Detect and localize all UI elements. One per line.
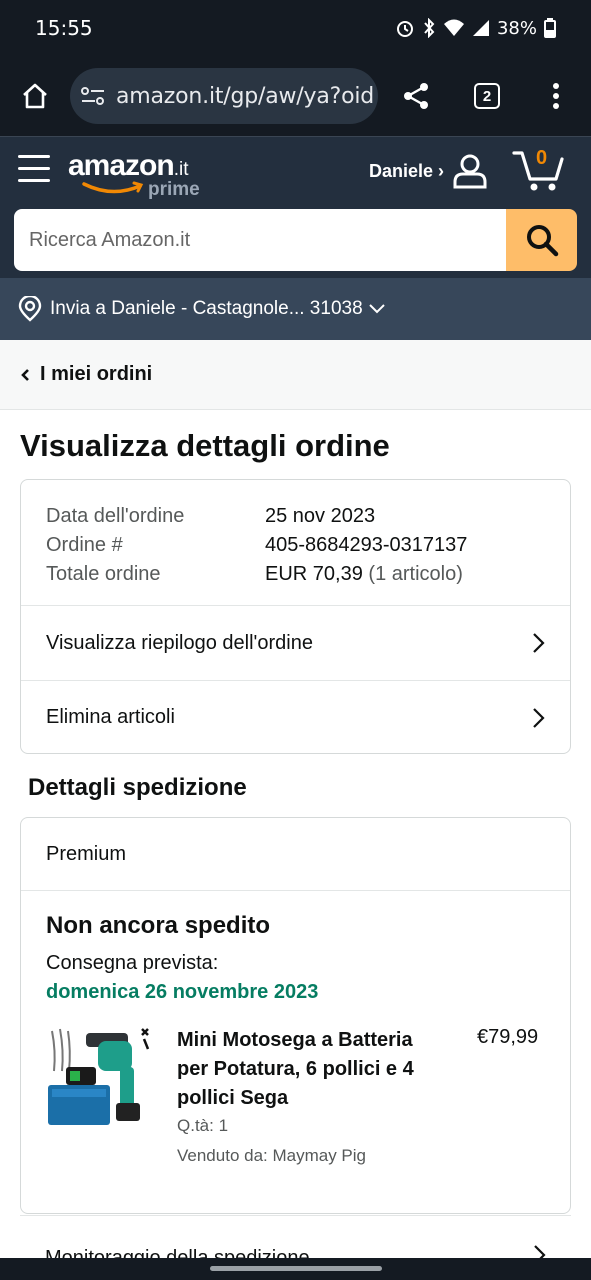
view-order-summary-link[interactable]: Visualizza riepilogo dell'ordine xyxy=(21,606,570,680)
shipping-method: Premium xyxy=(21,818,570,891)
back-to-orders[interactable]: I miei ordini xyxy=(0,340,591,410)
chevron-left-icon xyxy=(21,368,29,381)
delivery-estimate-date: domenica 26 novembre 2023 xyxy=(46,981,319,1003)
order-info-card: Data dell'ordine 25 nov 2023 Ordine # 40… xyxy=(20,479,571,754)
smile-arrow-icon xyxy=(82,181,144,194)
search-input[interactable] xyxy=(14,209,506,271)
order-date-label: Data dell'ordine xyxy=(46,505,185,527)
share-icon[interactable] xyxy=(384,64,448,128)
alarm-icon xyxy=(396,21,413,37)
tabs-button[interactable]: 2 xyxy=(455,64,519,128)
order-info: Data dell'ordine 25 nov 2023 Ordine # 40… xyxy=(21,480,570,606)
search-bar xyxy=(0,208,591,278)
order-number-value: 405-8684293-0317137 xyxy=(265,534,468,556)
shipment-status: Non ancora spedito xyxy=(46,912,271,939)
location-pin-icon xyxy=(18,296,42,322)
product-seller: Venduto da: Maymay Pig xyxy=(177,1146,367,1165)
search-icon xyxy=(526,225,558,257)
battery-percent: 38% xyxy=(496,17,537,39)
product-quantity: Q.tà: 1 xyxy=(177,1116,229,1135)
home-icon[interactable] xyxy=(3,64,67,128)
address-bar[interactable]: amazon.it/gp/aw/ya?oid xyxy=(70,68,378,124)
deliver-address: Invia a Daniele - Castagnole... 31038 xyxy=(50,298,363,319)
home-gesture-handle[interactable] xyxy=(210,1266,382,1271)
order-date-value: 25 nov 2023 xyxy=(265,505,376,527)
view-order-summary-label: Visualizza riepilogo dell'ordine xyxy=(46,631,313,654)
deliver-to-bar[interactable]: Invia a Daniele - Castagnole... 31038 xyxy=(0,278,591,340)
page-title: Visualizza dettagli ordine xyxy=(20,428,390,463)
chevron-down-icon xyxy=(368,304,385,314)
delete-items-link[interactable]: Elimina articoli xyxy=(21,680,570,754)
status-time: 15:55 xyxy=(35,16,93,40)
order-item-count: (1 articolo) xyxy=(368,563,463,585)
tab-count: 2 xyxy=(474,83,500,109)
system-nav-bar xyxy=(0,1258,591,1280)
delete-items-label: Elimina articoli xyxy=(46,706,175,728)
account-link[interactable]: Daniele › xyxy=(369,161,444,182)
order-number-row: Ordine # 405-8684293-0317137 xyxy=(46,531,545,560)
amazon-header: amazon.it prime Daniele › 0 xyxy=(0,136,591,208)
search-button[interactable] xyxy=(506,209,577,271)
browser-toolbar: amazon.it/gp/aw/ya?oid 2 xyxy=(0,56,591,136)
status-bar: 15:55 38% xyxy=(0,0,591,56)
delivery-estimate-label: Consegna prevista: xyxy=(46,952,219,974)
order-number-label: Ordine # xyxy=(46,534,123,556)
back-label: I miei ordini xyxy=(40,363,153,385)
amazon-logo[interactable]: amazon.it prime xyxy=(68,149,200,200)
chevron-right-icon xyxy=(533,633,545,653)
product-title[interactable]: Mini Motosega a Batteria per Potatura, 6… xyxy=(177,1026,439,1113)
order-date-row: Data dell'ordine 25 nov 2023 xyxy=(46,502,545,531)
url-text: amazon.it/gp/aw/ya?oid xyxy=(116,83,375,109)
signal-icon xyxy=(472,20,489,36)
product-image[interactable] xyxy=(46,1023,156,1133)
more-options-icon[interactable] xyxy=(524,64,588,128)
track-shipment-link[interactable]: Monitoraggio della spedizione xyxy=(20,1215,571,1260)
shipping-section-title: Dettagli spedizione xyxy=(28,774,247,801)
order-total-value: EUR 70,39 xyxy=(265,563,363,585)
order-total-row: Totale ordine EUR 70,39 (1 articolo) xyxy=(46,560,545,589)
product-price: €79,99 xyxy=(477,1026,539,1048)
battery-icon xyxy=(544,18,556,38)
account-icon[interactable] xyxy=(452,153,488,189)
menu-icon[interactable] xyxy=(18,155,50,185)
wifi-icon xyxy=(443,19,464,36)
chevron-right-icon xyxy=(533,707,545,728)
cart-count: 0 xyxy=(536,147,548,169)
bluetooth-icon xyxy=(424,18,435,38)
shipment-card: Premium Non ancora spedito Consegna prev… xyxy=(20,817,571,1214)
status-icons: 38% xyxy=(395,18,556,39)
order-total-label: Totale ordine xyxy=(46,563,161,585)
site-settings-icon[interactable] xyxy=(80,85,106,107)
